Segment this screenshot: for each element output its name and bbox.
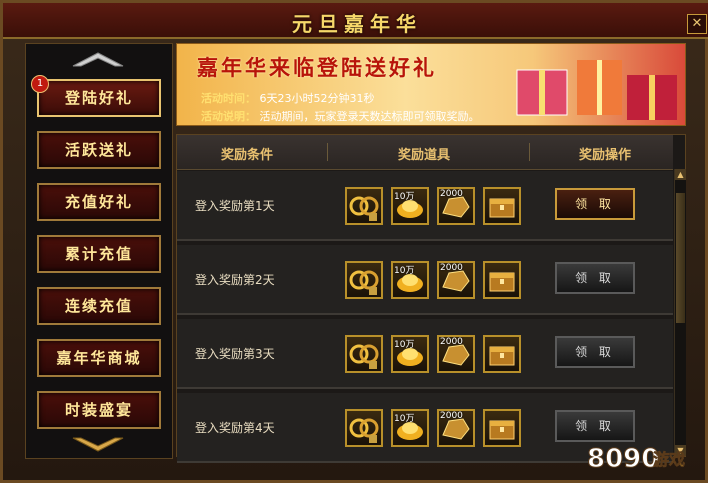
sidebar-item[interactable]: 时装盛宴 [37, 391, 161, 429]
chevron-down-icon [72, 437, 124, 452]
table-row: 登入奖励第1天 10万 2000 领 取 [177, 171, 673, 241]
table-header: 奖励条件 奖励道具 奖励操作 [177, 135, 673, 170]
event-time-value: 6天23小时52分钟31秒 [259, 92, 375, 105]
sidebar-item[interactable]: 累计充值 [37, 235, 161, 273]
window-title: 元旦嘉年华 [292, 12, 422, 36]
close-button[interactable]: ✕ [687, 14, 707, 34]
header-condition: 奖励条件 [221, 148, 274, 163]
claim-button[interactable]: 领 取 [555, 262, 635, 294]
header-action: 奖励操作 [579, 148, 632, 163]
item-count: 10万 [394, 414, 415, 424]
reward-condition: 登入奖励第3天 [195, 347, 275, 361]
event-banner: 嘉年华来临登陆送好礼 活动时间： 6天23小时52分钟31秒 活动说明： 活动期… [176, 43, 686, 126]
item-count: 10万 [394, 192, 415, 202]
gold-ingot-icon[interactable]: 10万 [391, 187, 429, 225]
gold-ring-bundle-icon[interactable] [345, 409, 383, 447]
gold-ring-bundle-icon[interactable] [345, 187, 383, 225]
event-description-value: 活动期间，玩家登录天数达标即可领取奖励。 [259, 110, 480, 123]
item-count: 2000 [440, 337, 463, 347]
header-items: 奖励道具 [398, 148, 451, 163]
treasure-chest-icon[interactable] [483, 261, 521, 299]
gold-armor-icon[interactable]: 2000 [437, 261, 475, 299]
scroll-down-arrow[interactable] [71, 436, 125, 454]
reward-condition: 登入奖励第1天 [195, 199, 275, 213]
event-time: 活动时间： 6天23小时52分钟31秒 [201, 90, 375, 106]
header-divider [327, 143, 328, 161]
claim-button[interactable]: 领 取 [555, 188, 635, 220]
table-row: 登入奖励第2天 10万 2000 领 取 [177, 245, 673, 315]
gold-armor-icon[interactable]: 2000 [437, 409, 475, 447]
banner-title: 嘉年华来临登陆送好礼 [197, 55, 437, 80]
claim-button[interactable]: 领 取 [555, 336, 635, 368]
reward-condition: 登入奖励第2天 [195, 273, 275, 287]
table-row: 登入奖励第3天 10万 2000 领 取 [177, 319, 673, 389]
sidebar-item[interactable]: 连续充值 [37, 287, 161, 325]
gold-ring-bundle-icon[interactable] [345, 335, 383, 373]
item-count: 10万 [394, 266, 415, 276]
gold-ingot-icon[interactable]: 10万 [391, 335, 429, 373]
notification-badge: 1 [31, 75, 49, 93]
scroll-thumb[interactable] [676, 193, 685, 323]
treasure-chest-icon[interactable] [483, 187, 521, 225]
gold-ingot-icon[interactable]: 10万 [391, 409, 429, 447]
reward-table: 奖励条件 奖励道具 奖励操作 登入奖励第1天 10万 2000 领 取登入奖励第2天 1… [176, 134, 686, 463]
scroll-up-button[interactable]: ▲ [675, 169, 686, 180]
gold-armor-icon[interactable]: 2000 [437, 187, 475, 225]
item-count: 10万 [394, 340, 415, 350]
event-description: 活动说明： 活动期间，玩家登录天数达标即可领取奖励。 [201, 108, 480, 124]
sidebar: 登陆好礼活跃送礼充值好礼累计充值连续充值嘉年华商城时装盛宴 [25, 43, 173, 459]
item-count: 2000 [440, 189, 463, 199]
header-divider [529, 143, 530, 161]
chevron-up-icon [72, 52, 124, 67]
sidebar-item[interactable]: 活跃送礼 [37, 131, 161, 169]
watermark-number: 8090 [587, 444, 659, 474]
event-time-label: 活动时间： [201, 92, 256, 105]
treasure-chest-icon[interactable] [483, 409, 521, 447]
event-window: 元旦嘉年华 ✕ 登陆好礼 活跃送礼 充值好礼 累计充值 连续充值 嘉年华商城 时装盛宴 1 … [0, 0, 708, 483]
watermark-text: 游戏 [653, 450, 685, 469]
scrollbar[interactable]: ▲ ▼ [674, 169, 686, 456]
watermark-logo: 8090 游戏 [587, 444, 686, 475]
gold-ring-bundle-icon[interactable] [345, 261, 383, 299]
item-count: 2000 [440, 263, 463, 273]
sidebar-item[interactable]: 登陆好礼 [37, 79, 161, 117]
sidebar-item[interactable]: 嘉年华商城 [37, 339, 161, 377]
sidebar-item[interactable]: 充值好礼 [37, 183, 161, 221]
treasure-chest-icon[interactable] [483, 335, 521, 373]
item-count: 2000 [440, 411, 463, 421]
gold-armor-icon[interactable]: 2000 [437, 335, 475, 373]
gold-ingot-icon[interactable]: 10万 [391, 261, 429, 299]
title-bar: 元旦嘉年华 ✕ [3, 3, 708, 39]
close-icon: ✕ [691, 16, 703, 31]
gift-box-icon [516, 60, 677, 120]
scroll-up-arrow[interactable] [71, 50, 125, 68]
event-description-label: 活动说明： [201, 110, 256, 123]
reward-condition: 登入奖励第4天 [195, 421, 275, 435]
